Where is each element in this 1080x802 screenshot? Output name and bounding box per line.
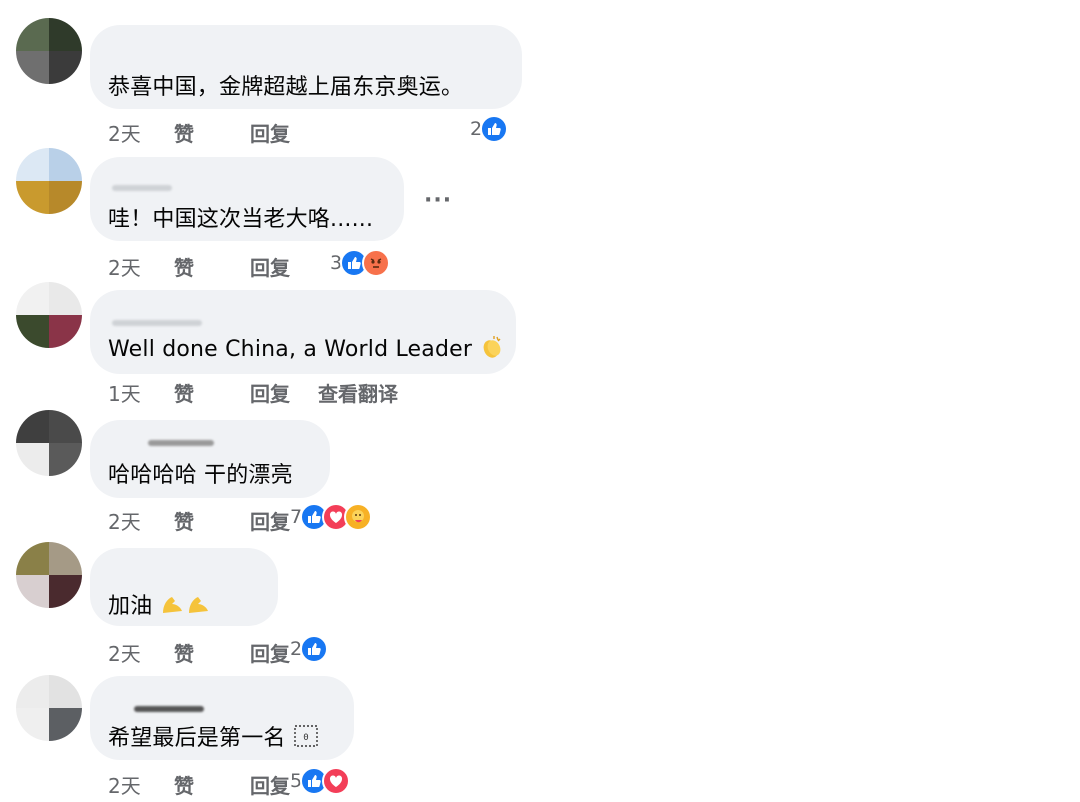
reply-button[interactable]: 回复 — [250, 118, 290, 147]
comment-text: 哈哈哈哈 干的漂亮 — [108, 463, 293, 488]
reaction-summary[interactable]: 2 — [290, 635, 329, 663]
love-icon — [322, 767, 351, 795]
avatar[interactable] — [16, 148, 82, 214]
comment-text: 希望最后是第一名 0 — [108, 720, 319, 754]
comment-bubble: 希望最后是第一名 0 — [90, 676, 354, 760]
svg-text:0: 0 — [303, 733, 309, 743]
blurred-username — [112, 320, 202, 326]
avatar[interactable] — [16, 675, 82, 741]
comment-actions: 2天 赞 回复 — [108, 118, 290, 147]
like-icon — [300, 635, 329, 663]
avatar[interactable] — [16, 282, 82, 348]
comment-time[interactable]: 2天 — [108, 252, 174, 281]
missing-glyph-icon: 0 — [293, 724, 319, 754]
comment-actions: 1天 赞 回复 查看翻译 — [108, 378, 398, 407]
blurred-username — [112, 185, 172, 191]
blurred-username — [148, 440, 214, 446]
like-button[interactable]: 赞 — [174, 638, 214, 667]
care-icon — [344, 503, 373, 531]
comment-text-content: Well done China, a World Leader — [108, 337, 473, 362]
comment-time[interactable]: 2天 — [108, 638, 174, 667]
comment-actions: 2天 赞 回复 — [108, 770, 290, 799]
reaction-summary[interactable]: 2 — [470, 115, 509, 143]
like-button[interactable]: 赞 — [174, 252, 214, 281]
comment-actions: 2天 赞 回复 — [108, 638, 290, 667]
avatar[interactable] — [16, 18, 82, 84]
reaction-summary[interactable]: 7 — [290, 503, 373, 531]
comment-time[interactable]: 2天 — [108, 770, 174, 799]
clapping-hands-icon — [479, 334, 505, 366]
comment-time[interactable]: 2天 — [108, 506, 174, 535]
comment-actions: 2天 赞 回复 — [108, 506, 290, 535]
comment-bubble: 加油 — [90, 548, 278, 626]
like-button[interactable]: 赞 — [174, 770, 214, 799]
comment-bubble: 哈哈哈哈 干的漂亮 — [90, 420, 330, 498]
like-button[interactable]: 赞 — [174, 378, 214, 407]
blurred-username — [134, 706, 204, 712]
comment-text: Well done China, a World Leader — [108, 334, 505, 366]
comment-bubble: 恭喜中国，金牌超越上届东京奥运。 — [90, 25, 522, 109]
comment-text: 恭喜中国，金牌超越上届东京奥运。 — [108, 75, 464, 100]
comment-bubble: Well done China, a World Leader — [90, 290, 516, 374]
see-translation-link[interactable]: 查看翻译 — [318, 378, 398, 407]
comment-text: 哇！中国这次当老大咯...... — [108, 207, 374, 232]
comment-bubble: 哇！中国这次当老大咯...... — [90, 157, 404, 241]
avatar[interactable] — [16, 542, 82, 608]
flexed-biceps-icon — [160, 591, 212, 623]
reply-button[interactable]: 回复 — [250, 638, 290, 667]
reply-button[interactable]: 回复 — [250, 252, 290, 281]
reaction-summary[interactable]: 5 — [290, 767, 351, 795]
reaction-summary[interactable]: 3 — [330, 249, 391, 277]
avatar[interactable] — [16, 410, 82, 476]
comment-text-content: 加油 — [108, 594, 153, 619]
more-options-button[interactable]: ··· — [424, 188, 452, 213]
angry-icon — [362, 249, 391, 277]
like-icon — [480, 115, 509, 143]
comment-time[interactable]: 2天 — [108, 118, 174, 147]
comment-time[interactable]: 1天 — [108, 378, 174, 407]
reply-button[interactable]: 回复 — [250, 378, 290, 407]
like-button[interactable]: 赞 — [174, 506, 214, 535]
comment-text: 加油 — [108, 588, 212, 623]
reply-button[interactable]: 回复 — [250, 770, 290, 799]
comment-text-content: 希望最后是第一名 — [108, 726, 286, 751]
reply-button[interactable]: 回复 — [250, 506, 290, 535]
like-button[interactable]: 赞 — [174, 118, 214, 147]
comment-actions: 2天 赞 回复 — [108, 252, 290, 281]
